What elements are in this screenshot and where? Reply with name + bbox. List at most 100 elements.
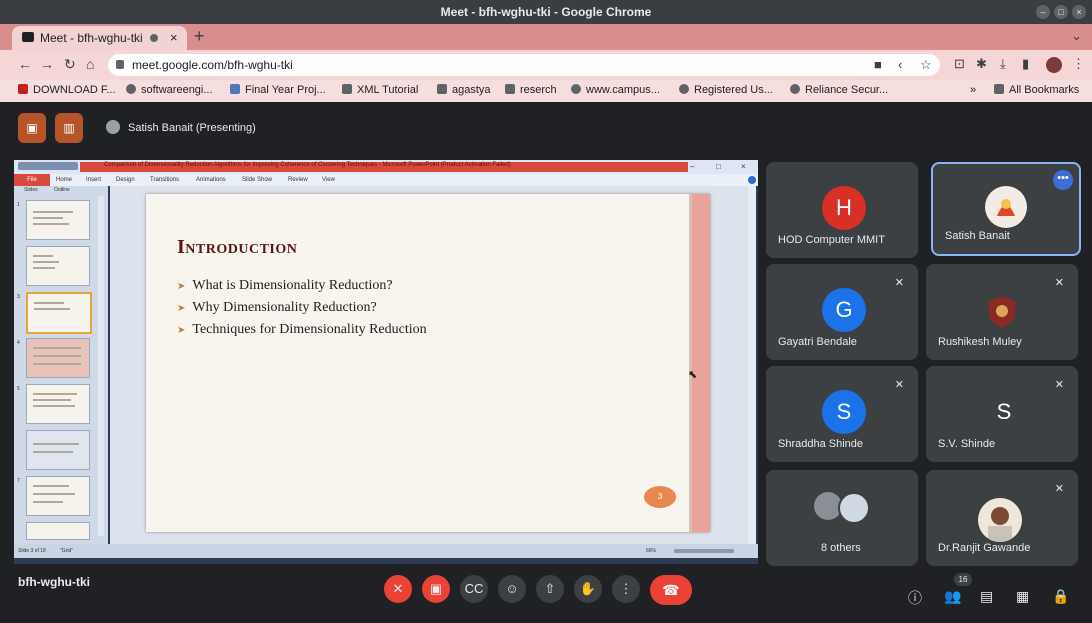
reload-icon[interactable]: ↻	[64, 56, 76, 73]
tab-strip: Meet - bfh-wghu-tki × + ⌄	[0, 24, 1092, 50]
host-controls-icon[interactable]: 🔒	[1052, 588, 1069, 605]
bookmark-folder[interactable]: agastya	[437, 84, 491, 96]
participant-name: Gayatri Bendale	[778, 336, 857, 348]
all-bookmarks[interactable]: All Bookmarks	[994, 84, 1079, 96]
participant-tile[interactable]: H HOD Computer MMIT	[766, 162, 918, 258]
bullet-arrow-icon: ➤	[177, 325, 186, 336]
more-options-icon[interactable]: •••	[1053, 170, 1073, 190]
extensions-icon[interactable]: ✱	[976, 56, 987, 72]
person-photo-icon	[988, 507, 1012, 542]
share-icon[interactable]: ‹	[898, 57, 902, 72]
ppt-ribbon: File Home Insert Design Transitions Anim…	[14, 174, 758, 186]
bookmark-item[interactable]: softwareengi...	[126, 84, 213, 96]
slide-thumbnail	[26, 522, 90, 540]
home-icon[interactable]: ⌂	[86, 56, 94, 72]
slide-thumbnail	[26, 246, 90, 286]
mic-off-icon: ✕	[1054, 483, 1064, 495]
side-panel-icon[interactable]: ▮	[1022, 56, 1029, 72]
more-bookmarks-icon[interactable]: »	[970, 84, 976, 96]
close-tab-icon[interactable]: ×	[170, 30, 178, 45]
tab-title: Meet - bfh-wghu-tki	[40, 31, 143, 45]
profile-avatar[interactable]	[1046, 57, 1062, 73]
bookmark-item[interactable]: XML Tutorial	[342, 84, 418, 96]
address-url[interactable]: meet.google.com/bfh-wghu-tki	[132, 58, 293, 72]
lock-icon	[116, 60, 124, 69]
ppt-ribbon-tab: Insert	[86, 177, 102, 183]
participant-photo	[985, 186, 1027, 228]
participant-tile[interactable]: G ✕ Gayatri Bendale	[766, 264, 918, 360]
mouse-cursor-icon: ⬉	[688, 369, 698, 381]
mic-off-button[interactable]: ✕	[384, 575, 412, 603]
ppt-ribbon-tab: Slide Show	[242, 177, 273, 183]
participant-count-badge: 16	[954, 573, 972, 586]
present-options-icon[interactable]: ▥	[55, 113, 83, 143]
activities-icon[interactable]: ▦	[1016, 588, 1029, 605]
participant-photo	[838, 492, 870, 524]
slide-bullet: ➤ What is Dimensionality Reduction?	[177, 278, 393, 293]
quick-access-toolbar	[18, 162, 78, 170]
bookmark-item[interactable]: Reliance Secur...	[790, 84, 888, 96]
window-titlebar: Meet - bfh-wghu-tki - Google Chrome – □ …	[0, 0, 1092, 24]
ppt-slide-pane: Introduction ➤ What is Dimensionality Red…	[110, 186, 750, 544]
download-icon[interactable]: ⤓	[1000, 56, 1006, 72]
more-options-button[interactable]: ⋮	[612, 575, 640, 603]
bookmark-star-icon[interactable]: ☆	[920, 57, 932, 73]
raise-hand-button[interactable]: ✋	[574, 575, 602, 603]
slide-bullet: ➤ Why Dimensionality Reduction?	[177, 300, 377, 315]
back-icon[interactable]: ←	[18, 56, 32, 72]
window-title: Meet - bfh-wghu-tki - Google Chrome	[440, 5, 652, 19]
participant-avatar: G	[822, 288, 866, 332]
present-button[interactable]: ⇧	[536, 575, 564, 603]
participant-tile[interactable]: ✕ Rushikesh Muley	[926, 264, 1078, 360]
ppt-pane-tab: Slides	[24, 187, 38, 193]
presenter-label: Satish Banait (Presenting)	[106, 120, 256, 134]
meeting-code: bfh-wghu-tki	[18, 575, 90, 589]
emoji-button[interactable]: ☺	[498, 575, 526, 603]
participant-tile[interactable]: S ✕ S.V. Shinde	[926, 366, 1078, 462]
camera-indicator-icon[interactable]: ■	[874, 57, 882, 72]
bookmark-item[interactable]: www.campus...	[571, 84, 660, 96]
bookmark-item[interactable]: Registered Us...	[679, 84, 773, 96]
address-bar[interactable]: meet.google.com/bfh-wghu-tki ■ ‹ ☆	[108, 54, 940, 76]
maximize-icon[interactable]: □	[1054, 5, 1068, 19]
captions-button[interactable]: CC	[460, 575, 488, 603]
minimize-icon[interactable]: –	[1036, 5, 1050, 19]
presenter-avatar	[106, 120, 120, 134]
tab-search-icon[interactable]: ⌄	[1071, 28, 1082, 44]
presentation-stage: Comparison of Dimensionality Reduction A…	[14, 160, 758, 564]
ppt-ribbon-tab: View	[322, 177, 335, 183]
ppt-zoom-slider	[674, 549, 734, 553]
bookmark-item[interactable]: DOWNLOAD F...	[18, 84, 116, 96]
participant-tile[interactable]: S ✕ Shraddha Shinde	[766, 366, 918, 462]
camera-off-button[interactable]: ▣	[422, 575, 450, 603]
leave-call-button[interactable]: ☎	[650, 575, 692, 605]
participant-tile[interactable]: ✕ Dr.Ranjit Gawande	[926, 470, 1078, 566]
ganesha-avatar-icon	[986, 187, 1026, 227]
stop-presenting-icon[interactable]: ▣	[18, 113, 46, 143]
bullet-arrow-icon: ➤	[177, 303, 186, 314]
chat-icon[interactable]: ▤	[980, 588, 993, 605]
ppt-ribbon-tab: Review	[288, 177, 308, 183]
new-tab-button[interactable]: +	[194, 26, 205, 47]
slide-thumbnail	[26, 430, 90, 470]
forward-icon[interactable]: →	[40, 56, 54, 72]
bullet-arrow-icon: ➤	[177, 281, 186, 292]
browser-tab[interactable]: Meet - bfh-wghu-tki ×	[12, 26, 187, 50]
meeting-info-icon[interactable]: ⓘ	[908, 588, 922, 608]
slide-thumbnail	[26, 338, 90, 378]
chrome-menu-icon[interactable]: ⋮	[1072, 56, 1085, 72]
slide-title: Introduction	[177, 236, 298, 258]
bookmark-item[interactable]: Final Year Proj...	[230, 84, 326, 96]
people-icon[interactable]: 👥	[944, 588, 961, 605]
ppt-help-icon	[748, 176, 756, 184]
participant-tile-active[interactable]: ••• Satish Banait	[931, 162, 1081, 256]
translate-icon[interactable]: ⊡	[954, 56, 965, 72]
bookmark-folder[interactable]: reserch	[505, 84, 557, 96]
ppt-slide-counter: Slide 3 of 18	[18, 548, 46, 554]
ppt-minimize-icon: –	[690, 162, 695, 171]
close-window-icon[interactable]: ×	[1072, 5, 1086, 19]
participant-logo	[986, 294, 1018, 330]
participant-tile-others[interactable]: 8 others	[766, 470, 918, 566]
ppt-window-title: Comparison of Dimensionality Reduction A…	[104, 162, 511, 168]
participant-photo	[978, 498, 1022, 542]
